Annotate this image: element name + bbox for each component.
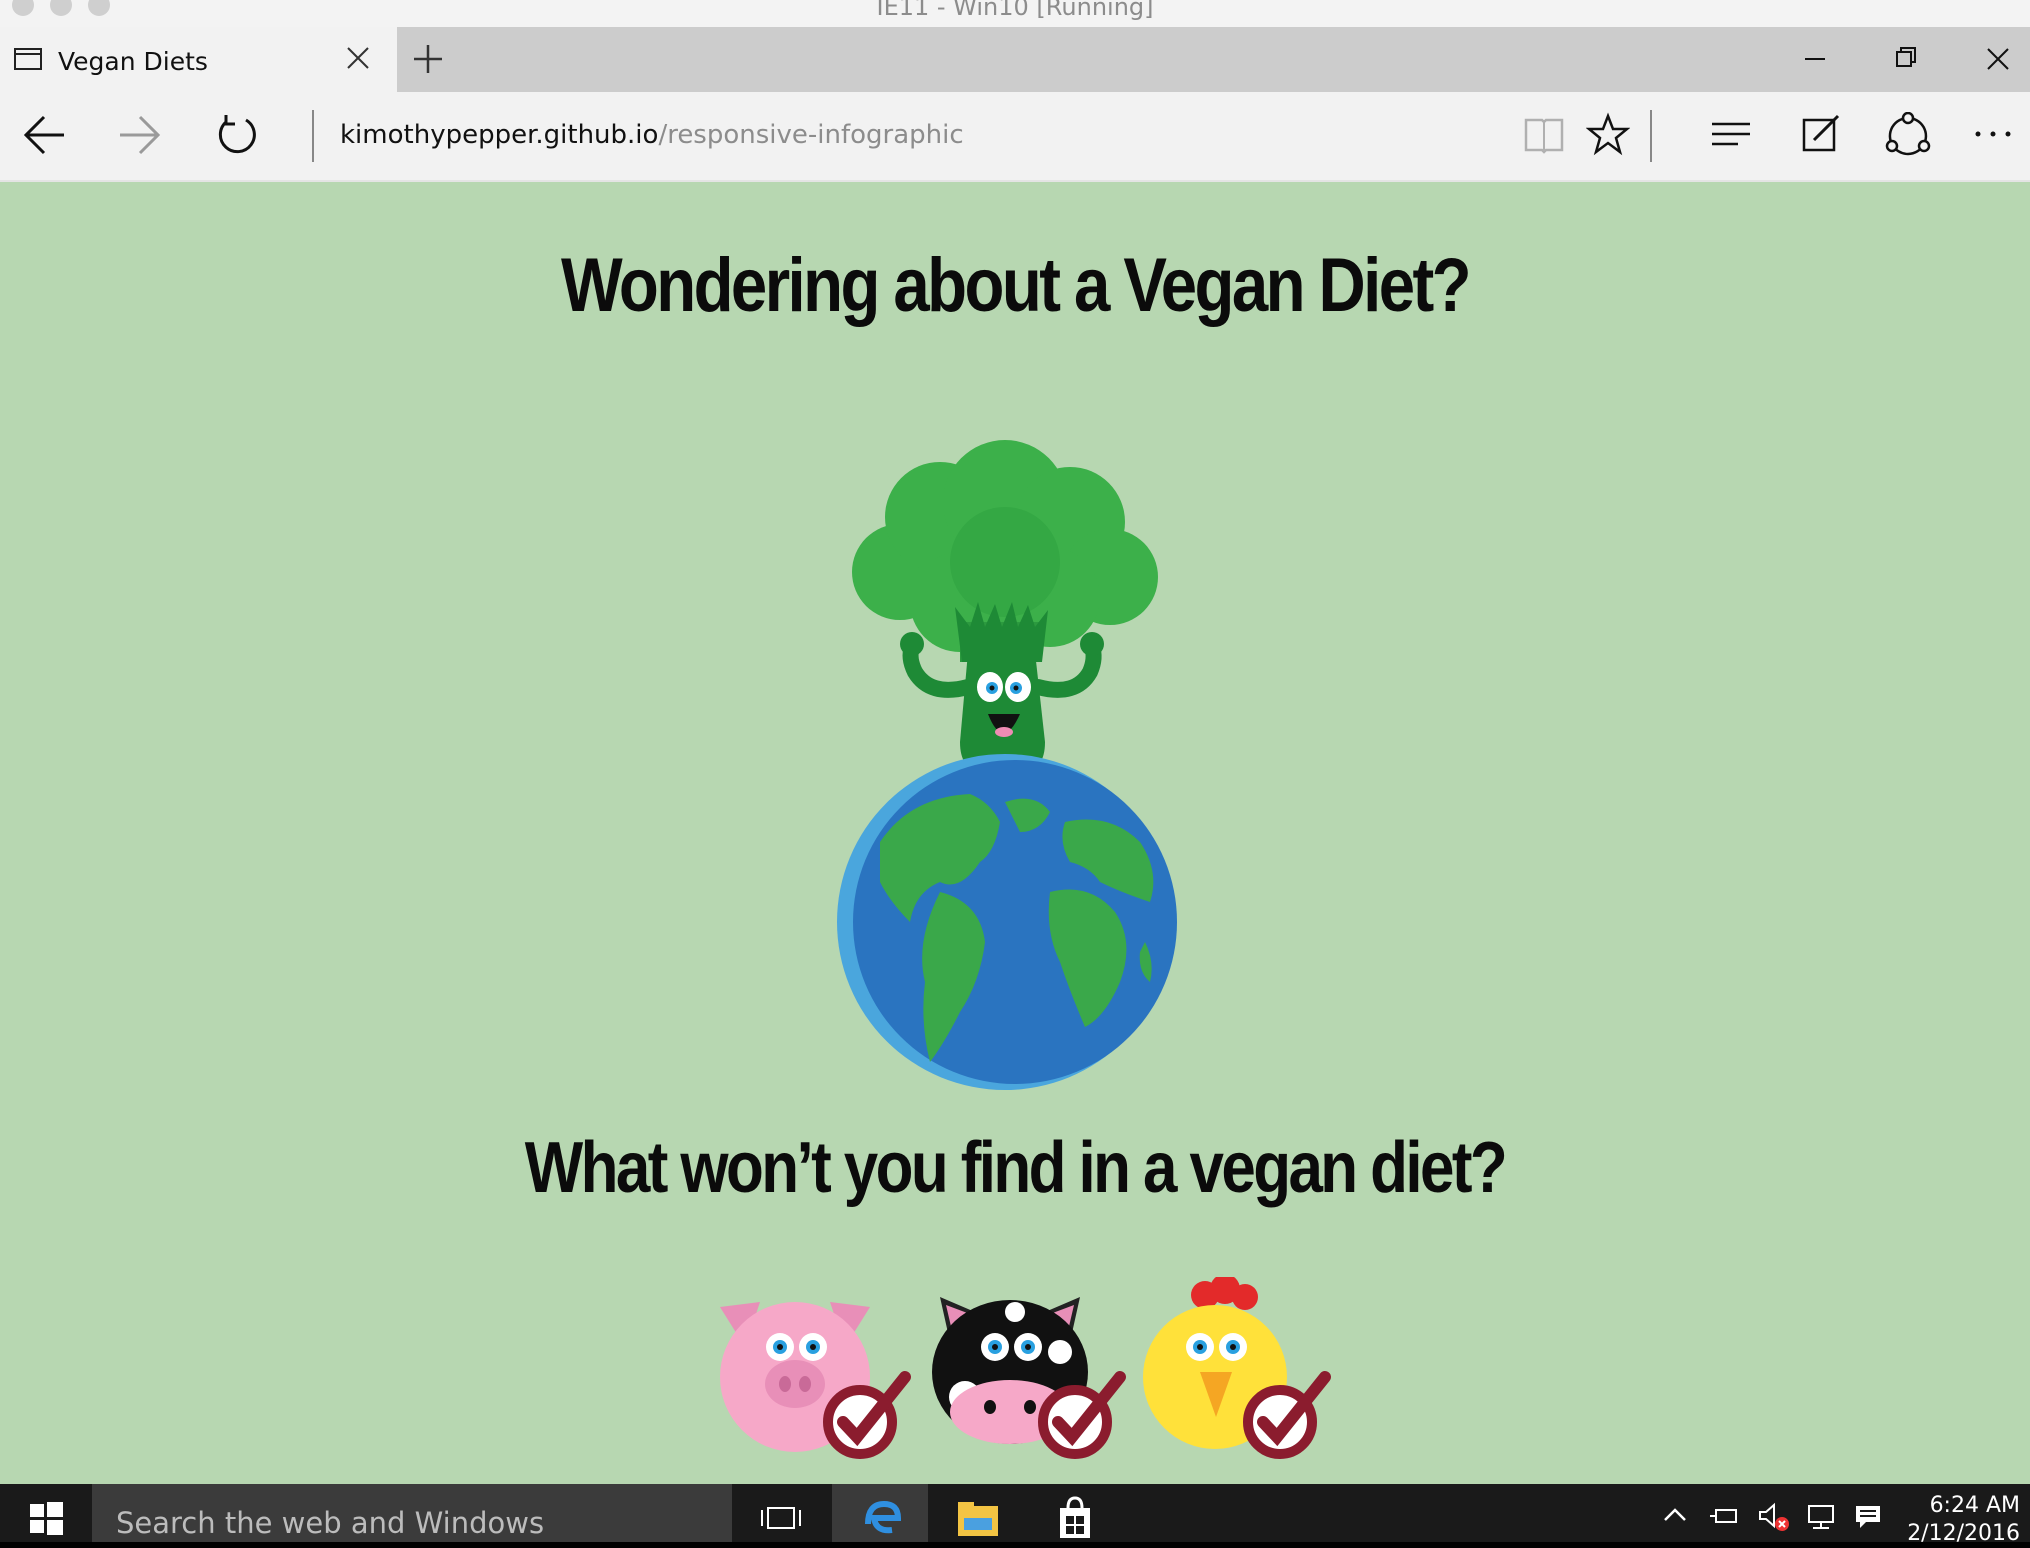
address-bar[interactable]: kimothypepper.github.io/responsive-infog… [340,120,964,150]
vm-window-titlebar: IE11 - Win10 [Running] [0,0,2030,27]
vm-window-title: IE11 - Win10 [Running] [876,0,1154,21]
mac-minimize-dot[interactable] [50,0,72,16]
task-view-icon[interactable] [732,1484,828,1542]
earth-globe-icon [837,754,1177,1090]
section-heading: What won’t you find in a vegan diet? [524,1128,1508,1208]
clock-date: 2/12/2016 [1907,1521,2020,1546]
restore-window-icon[interactable] [1875,39,1935,79]
address-host: kimothypepper.github.io [340,120,659,150]
close-tab-icon[interactable] [345,45,371,71]
animals-row [720,1277,1331,1459]
volume-muted-icon[interactable] [1756,1502,1790,1532]
taskbar-search-box[interactable]: Search the web and Windows [92,1484,732,1542]
windows-start-icon[interactable] [0,1484,92,1542]
refresh-icon[interactable] [214,112,260,158]
page-heading: Wondering about a Vegan Diet? [560,243,1472,328]
clock-time: 6:24 AM [1929,1493,2020,1518]
address-path: /responsive-infographic [658,120,964,150]
page-content: Wondering about a Vegan Diet? What won’t… [0,182,2030,1484]
chevron-up-icon[interactable] [1662,1502,1688,1528]
tab-page-icon [14,48,42,70]
action-center-icon[interactable] [1852,1502,1886,1532]
power-plug-icon[interactable] [1708,1502,1742,1530]
more-actions-icon[interactable] [1972,112,2016,156]
close-window-icon[interactable] [1968,39,2028,79]
tab-title: Vegan Diets [58,47,208,76]
mac-zoom-dot[interactable] [88,0,110,16]
forward-arrow-icon[interactable] [116,112,162,158]
system-clock[interactable]: 6:24 AM 2/12/2016 [1900,1492,2020,1548]
tab-bar: Vegan Diets [0,27,2030,92]
mac-close-dot[interactable] [12,0,34,16]
broccoli-on-earth-illustration [837,440,1177,1090]
back-arrow-icon[interactable] [22,112,68,158]
tab-vegan-diets[interactable]: Vegan Diets [0,27,397,92]
new-tab-plus-icon[interactable] [410,41,446,77]
hub-icon[interactable] [1710,112,1754,156]
address-separator [312,110,314,162]
navigation-bar: kimothypepper.github.io/responsive-infog… [0,92,2030,182]
minimize-window-icon[interactable] [1785,39,1845,79]
edge-browser-icon[interactable] [832,1484,928,1542]
taskbar: Search the web and Windows 6:24 AM 2/12/… [0,1484,2030,1546]
file-explorer-icon[interactable] [930,1484,1026,1542]
web-note-icon[interactable] [1800,112,1844,156]
network-icon[interactable] [1805,1502,1839,1532]
favorite-star-icon[interactable] [1586,112,1630,156]
search-placeholder: Search the web and Windows [116,1506,545,1540]
share-icon[interactable] [1884,112,1932,160]
reading-view-icon[interactable] [1522,112,1566,156]
store-icon[interactable] [1028,1484,1124,1542]
toolbar-separator [1650,110,1652,162]
